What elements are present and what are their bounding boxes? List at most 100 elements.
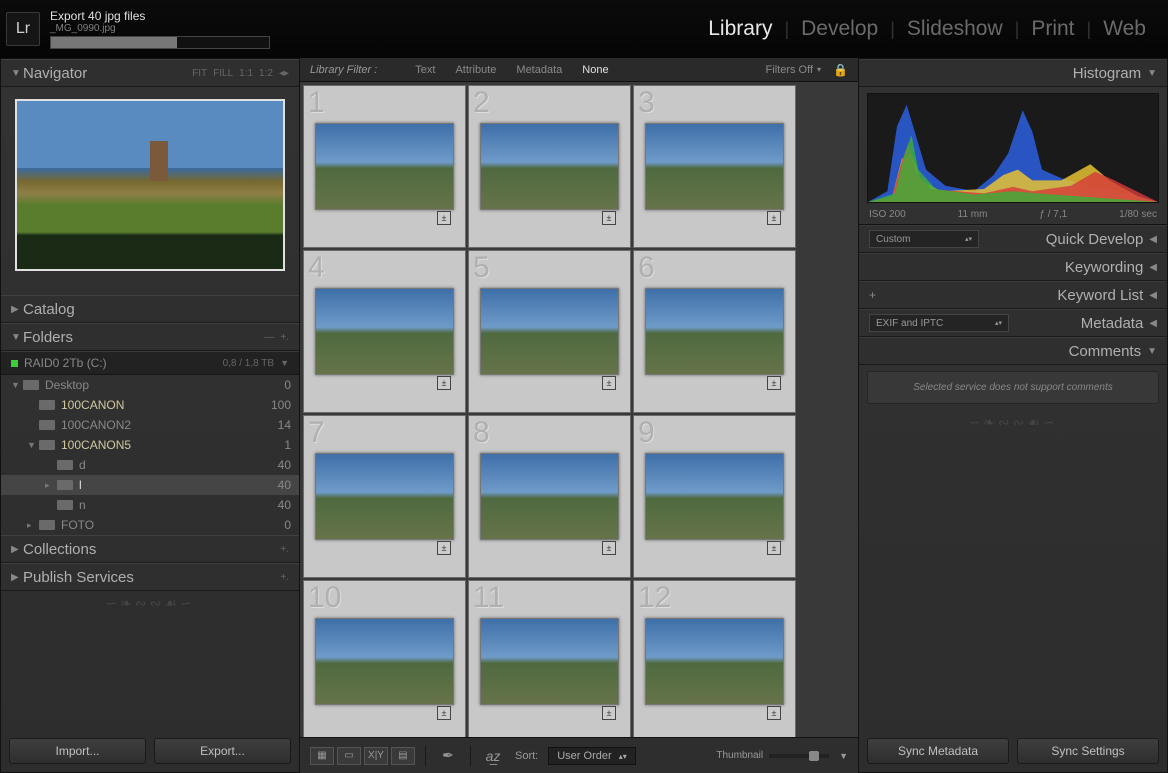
thumbnail-image — [645, 618, 783, 705]
folder-row[interactable]: 100CANON214 — [1, 415, 299, 435]
histogram-graph[interactable] — [867, 93, 1159, 203]
nav-mode-12[interactable]: 1:2 — [259, 68, 273, 79]
develop-badge-icon[interactable]: ± — [767, 211, 781, 225]
thumbnail-cell[interactable]: 4± — [303, 250, 466, 413]
thumbnail-cell[interactable]: 11 ± — [468, 580, 631, 737]
thumbnail-cell[interactable]: 1± — [303, 85, 466, 248]
volume-stat: 0,8 / 1,8 TB — [223, 358, 275, 369]
export-button[interactable]: Export... — [154, 738, 291, 764]
filters-off-label[interactable]: Filters Off — [766, 64, 813, 76]
catalog-header[interactable]: ▶ Catalog — [1, 295, 299, 323]
folder-row[interactable]: ▸l40 — [1, 475, 299, 495]
chevron-down-icon[interactable]: ▼ — [280, 358, 289, 368]
grid-view-icon[interactable]: ▦ — [310, 747, 334, 765]
thumbnail-size-slider[interactable]: Thumbnail — [716, 750, 829, 761]
thumbnail-cell[interactable]: 10± — [303, 580, 466, 737]
nav-mode-fill[interactable]: FILL — [213, 68, 233, 79]
thumbnail-cell[interactable]: 9± — [633, 415, 796, 578]
thumbnail-cell[interactable]: 5± — [468, 250, 631, 413]
thumbnail-cell[interactable]: 12 ± — [633, 580, 796, 737]
thumbnail-cell[interactable]: 3± — [633, 85, 796, 248]
navigator-header[interactable]: ▼ Navigator FIT FILL 1:1 1:2 ◂▸ — [1, 59, 299, 87]
develop-badge-icon[interactable]: ± — [602, 541, 616, 555]
develop-badge-icon[interactable]: ± — [767, 706, 781, 720]
plus-icon[interactable]: +. — [280, 332, 289, 343]
navigator-title: Navigator — [23, 65, 87, 82]
import-button[interactable]: Import... — [9, 738, 146, 764]
plus-icon[interactable]: +. — [280, 544, 289, 555]
module-slideshow[interactable]: Slideshow — [895, 17, 1015, 41]
filter-text[interactable]: Text — [415, 64, 435, 76]
qd-preset-dropdown[interactable]: Custom▴▾ — [869, 230, 979, 248]
folders-header[interactable]: ▼ Folders — +. — [1, 323, 299, 351]
keywording-header[interactable]: Keywording ◀ — [859, 253, 1167, 281]
loupe-view-icon[interactable]: ▭ — [337, 747, 361, 765]
thumbnail-cell[interactable]: 2± — [468, 85, 631, 248]
metadata-title: Metadata — [1081, 315, 1144, 332]
develop-badge-icon[interactable]: ± — [767, 541, 781, 555]
navigator-preview[interactable] — [1, 87, 299, 295]
export-filename: _MG_0990.jpg — [50, 23, 270, 34]
nav-mode-11[interactable]: 1:1 — [239, 68, 253, 79]
compare-view-icon[interactable]: X|Y — [364, 747, 388, 765]
sort-dropdown[interactable]: User Order ▴▾ — [548, 747, 636, 765]
minus-icon[interactable]: — — [264, 332, 274, 343]
module-develop[interactable]: Develop — [789, 17, 890, 41]
thumbnail-image — [315, 618, 453, 705]
chevron-down-icon[interactable]: ◂▸ — [279, 68, 289, 79]
filter-attribute[interactable]: Attribute — [455, 64, 496, 76]
module-print[interactable]: Print — [1019, 17, 1086, 41]
histogram-header[interactable]: Histogram ▼ — [859, 59, 1167, 87]
module-library[interactable]: Library — [696, 17, 784, 41]
toolbar-menu-icon[interactable]: ▼ — [839, 751, 848, 761]
cell-index: 11 — [473, 581, 504, 615]
module-web[interactable]: Web — [1091, 17, 1158, 41]
develop-badge-icon[interactable]: ± — [602, 211, 616, 225]
lock-icon[interactable]: 🔒 — [825, 63, 848, 77]
cell-index: 12 — [638, 581, 671, 615]
sync-metadata-button[interactable]: Sync Metadata — [867, 738, 1009, 764]
comments-header[interactable]: Comments ▼ — [859, 337, 1167, 365]
develop-badge-icon[interactable]: ± — [437, 541, 451, 555]
survey-view-icon[interactable]: ▤ — [391, 747, 415, 765]
publish-header[interactable]: ▶ Publish Services +. — [1, 563, 299, 591]
metadata-preset-dropdown[interactable]: EXIF and IPTC▴▾ — [869, 314, 1009, 332]
progress-bar[interactable] — [50, 36, 270, 49]
develop-badge-icon[interactable]: ± — [602, 706, 616, 720]
plus-icon[interactable]: +. — [280, 572, 289, 583]
develop-badge-icon[interactable]: ± — [437, 706, 451, 720]
filter-label: Library Filter : — [310, 64, 377, 76]
painter-icon[interactable]: ✒ — [436, 747, 460, 765]
expand-icon: ◀ — [1149, 234, 1157, 245]
sync-settings-button[interactable]: Sync Settings — [1017, 738, 1159, 764]
folder-row[interactable]: 100CANON100 — [1, 395, 299, 415]
keyword-list-header[interactable]: + Keyword List ◀ — [859, 281, 1167, 309]
export-title: Export 40 jpg files — [50, 9, 270, 23]
develop-badge-icon[interactable]: ± — [437, 211, 451, 225]
plus-icon[interactable]: + — [869, 288, 876, 302]
thumbnail-cell[interactable]: 7± — [303, 415, 466, 578]
sort-direction-icon[interactable]: a͟z — [481, 747, 505, 765]
nav-mode-fit[interactable]: FIT — [192, 68, 207, 79]
expand-icon: ▶ — [11, 572, 23, 583]
metadata-header[interactable]: EXIF and IPTC▴▾ Metadata ◀ — [859, 309, 1167, 337]
folder-row[interactable]: d40 — [1, 455, 299, 475]
thumbnail-grid[interactable]: 1±2±3± 4±5±6± 7±8±9± 10±11 ±12 ± — [300, 82, 858, 737]
develop-badge-icon[interactable]: ± — [602, 376, 616, 390]
thumbnail-cell[interactable]: 6± — [633, 250, 796, 413]
develop-badge-icon[interactable]: ± — [767, 376, 781, 390]
folder-row[interactable]: ▸FOTO0 — [1, 515, 299, 535]
folder-row[interactable]: n40 — [1, 495, 299, 515]
volume-header[interactable]: RAID0 2Tb (C:) 0,8 / 1,8 TB ▼ — [1, 351, 299, 375]
collections-header[interactable]: ▶ Collections +. — [1, 535, 299, 563]
filter-none[interactable]: None — [582, 64, 608, 76]
thumbnail-cell[interactable]: 8± — [468, 415, 631, 578]
quick-develop-header[interactable]: Custom▴▾ Quick Develop ◀ — [859, 225, 1167, 253]
publish-title: Publish Services — [23, 569, 134, 586]
filter-metadata[interactable]: Metadata — [516, 64, 562, 76]
chevron-down-icon[interactable]: ▾ — [813, 65, 825, 74]
develop-badge-icon[interactable]: ± — [437, 376, 451, 390]
folder-row[interactable]: ▼Desktop0 — [1, 375, 299, 395]
folder-row[interactable]: ▼100CANON51 — [1, 435, 299, 455]
ornament: ∽❧∾∾☙∽ — [1, 591, 299, 616]
